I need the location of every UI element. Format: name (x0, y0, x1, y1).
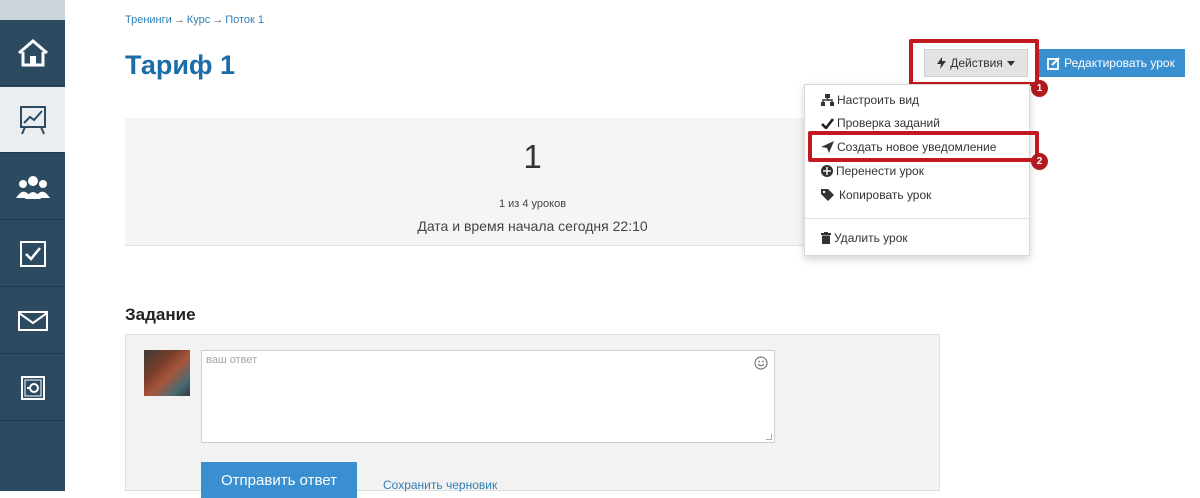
menu-item-label: Копировать урок (839, 188, 932, 202)
home-icon (17, 38, 48, 66)
edit-lesson-button[interactable]: Редактировать урок (1037, 49, 1185, 77)
sidebar-item-safe[interactable] (0, 355, 65, 421)
page-title: Тариф 1 (125, 50, 236, 80)
menu-item-label: Перенести урок (836, 164, 924, 178)
sidebar (0, 0, 65, 491)
users-icon (15, 175, 50, 199)
resize-handle[interactable] (766, 434, 772, 440)
mail-icon (17, 310, 48, 331)
menu-divider (805, 218, 1029, 219)
answer-placeholder: ваш ответ (206, 354, 258, 366)
sitemap-icon (821, 94, 834, 106)
sidebar-item-tasks[interactable] (0, 221, 65, 287)
save-draft-link[interactable]: Сохранить черновик (383, 478, 497, 492)
move-icon (821, 165, 833, 177)
tags-icon (821, 189, 834, 201)
safe-icon (20, 375, 45, 400)
menu-item-label: Удалить урок (834, 231, 908, 245)
menu-item-check-tasks[interactable]: Проверка заданий (821, 116, 940, 130)
edit-square-icon (1047, 56, 1060, 70)
menu-item-copy-lesson[interactable]: Копировать урок (821, 188, 931, 202)
breadcrumb-separator: → (173, 14, 185, 26)
sidebar-top-strip (0, 0, 65, 20)
task-title: Задание (125, 305, 196, 324)
callout-badge-1: 1 (1031, 80, 1048, 97)
callout-highlight-actions (909, 39, 1039, 86)
breadcrumb-item-course[interactable]: Курс (187, 14, 210, 26)
send-answer-button[interactable]: Отправить ответ (201, 462, 357, 498)
sidebar-item-users[interactable] (0, 154, 65, 220)
chart-icon (19, 105, 46, 134)
sidebar-item-home[interactable] (0, 20, 65, 86)
breadcrumb: Тренинги → Курс → Поток 1 (125, 14, 264, 26)
menu-item-label: Проверка заданий (837, 116, 940, 130)
avatar (144, 350, 190, 396)
smiley-icon[interactable] (754, 356, 768, 370)
check-icon (821, 117, 834, 129)
sidebar-item-messages[interactable] (0, 288, 65, 354)
trash-icon (821, 232, 831, 244)
actions-dropdown-menu: Настроить вид Проверка заданий Создать н… (804, 84, 1030, 256)
answer-textarea[interactable]: ваш ответ (201, 350, 775, 443)
menu-item-move-lesson[interactable]: Перенести урок (821, 164, 924, 178)
callout-badge-2: 2 (1031, 153, 1048, 170)
breadcrumb-item-stream[interactable]: Поток 1 (225, 14, 264, 26)
menu-item-label: Настроить вид (837, 93, 920, 107)
callout-highlight-notification (808, 131, 1039, 162)
checkbox-icon (19, 240, 46, 267)
breadcrumb-separator: → (212, 14, 224, 26)
edit-lesson-label: Редактировать урок (1064, 56, 1175, 70)
menu-item-delete-lesson[interactable]: Удалить урок (821, 231, 908, 245)
breadcrumb-item-trainings[interactable]: Тренинги (125, 14, 172, 26)
menu-item-customize-view[interactable]: Настроить вид (821, 93, 919, 107)
sidebar-item-trainings[interactable] (0, 87, 65, 153)
